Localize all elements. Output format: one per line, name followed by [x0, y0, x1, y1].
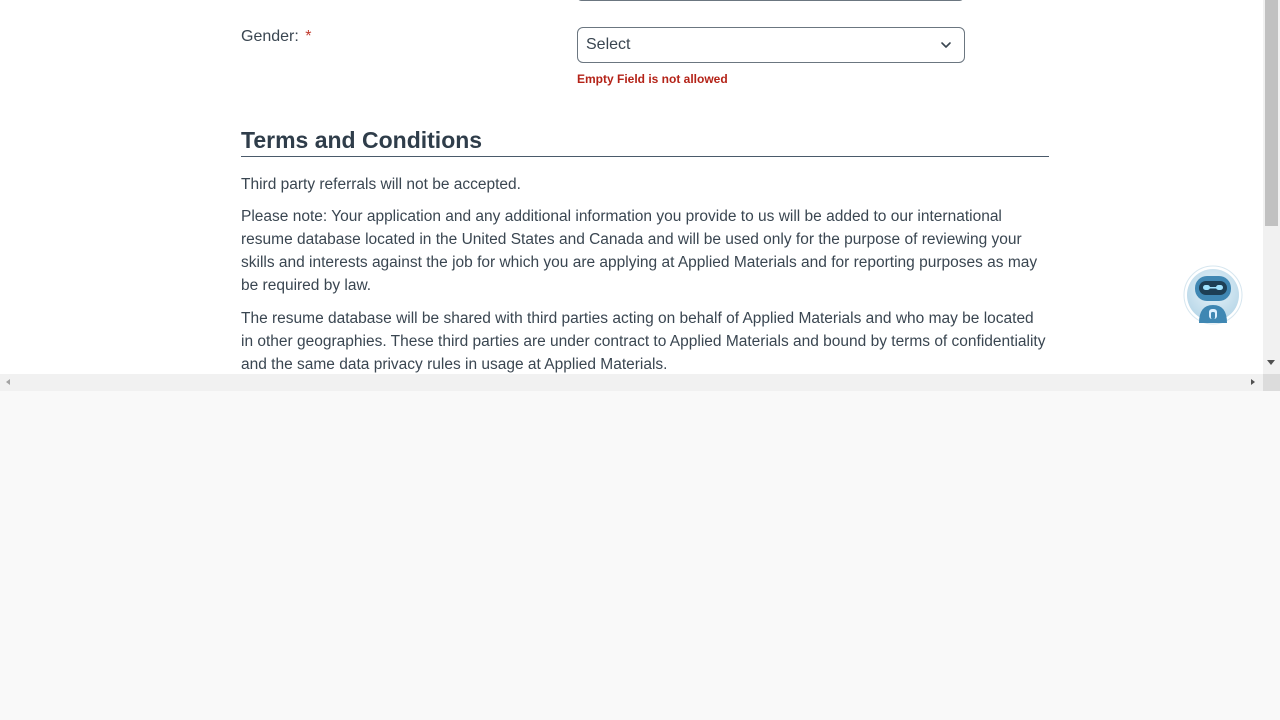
horizontal-scrollbar[interactable]	[0, 374, 1263, 391]
required-asterisk: *	[305, 28, 312, 45]
terms-heading: Terms and Conditions	[241, 127, 483, 153]
previous-field-input[interactable]	[577, 0, 964, 1]
scroll-right-arrow-icon[interactable]	[1251, 379, 1255, 385]
chevron-down-icon	[941, 42, 951, 48]
terms-paragraph: The resume database will be shared with …	[241, 310, 1046, 373]
robot-icon	[1183, 265, 1243, 325]
scrollbar-corner	[1263, 374, 1280, 391]
gender-select[interactable]: Select	[577, 27, 965, 63]
scroll-left-arrow-icon[interactable]	[6, 379, 10, 385]
vertical-scrollbar-thumb[interactable]	[1265, 0, 1278, 226]
chatbot-button[interactable]	[1183, 265, 1243, 325]
gender-select-value: Select	[586, 36, 631, 53]
terms-paragraph: Third party referrals will not be accept…	[241, 176, 521, 193]
page-viewport: Gender: * Select Empty Field is not allo…	[0, 0, 1280, 391]
gender-error-message: Empty Field is not allowed	[577, 72, 728, 86]
terms-paragraph: Please note: Your application and any ad…	[241, 208, 1038, 294]
vertical-scrollbar[interactable]	[1263, 0, 1280, 374]
scroll-down-arrow-icon[interactable]	[1267, 360, 1275, 365]
gender-label: Gender: *	[241, 28, 312, 46]
gender-label-text: Gender:	[241, 28, 299, 45]
section-divider	[241, 156, 1049, 157]
